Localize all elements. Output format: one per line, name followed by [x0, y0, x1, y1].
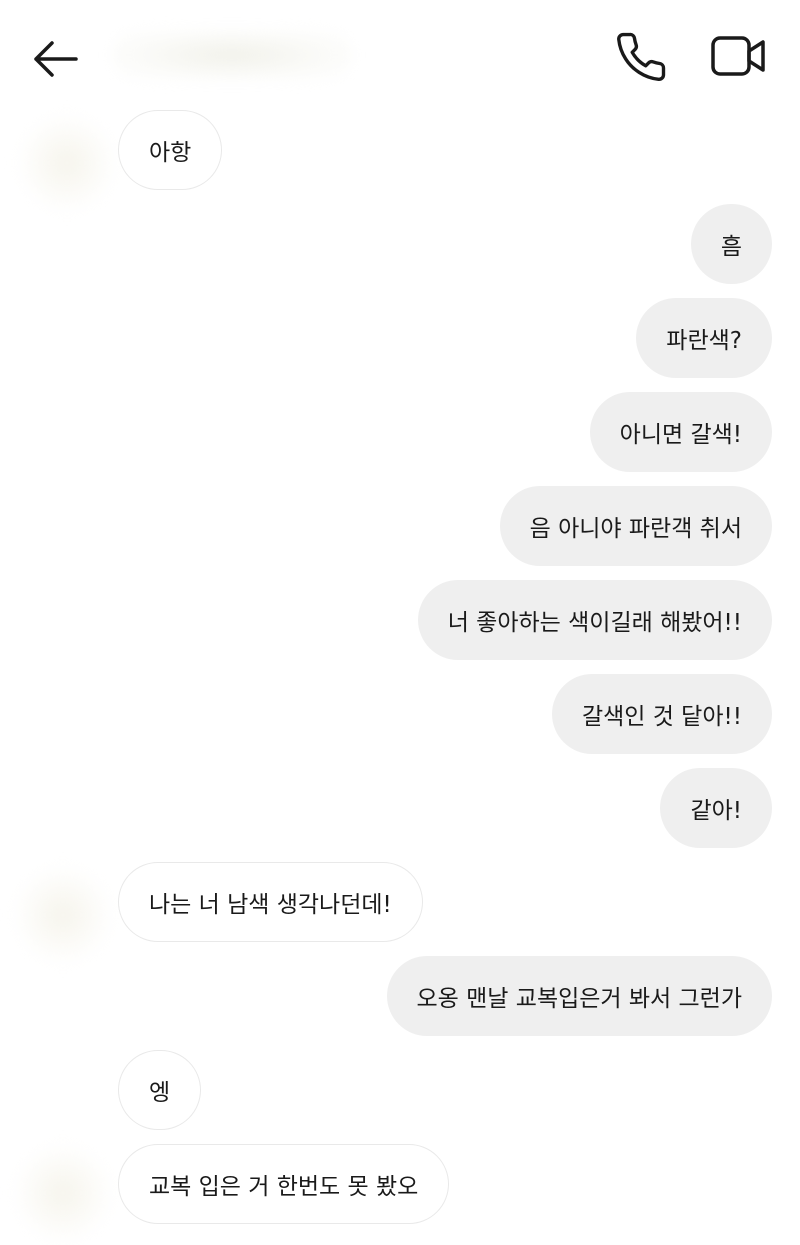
message-bubble-sent[interactable]: 아니면 갈색!	[589, 392, 772, 472]
message-bubble-sent[interactable]: 너 좋아하는 색이길래 해봤어!!	[417, 580, 772, 660]
message-bubble-sent[interactable]: 같아!	[660, 768, 772, 848]
message-list[interactable]: 아항 흠 파란색? 아니면 갈색! 음 아니야 파란객 취서 너 좋아하는 색이…	[0, 0, 800, 1245]
message-bubble-sent[interactable]: 흠	[690, 204, 772, 284]
message-bubble-received[interactable]: 나는 너 남색 생각나던데!	[118, 862, 423, 942]
message-bubble-received[interactable]: 엥	[118, 1050, 202, 1130]
message-bubble-sent[interactable]: 오옹 맨날 교복입은거 봐서 그런가	[386, 956, 772, 1036]
avatar[interactable]	[18, 1148, 108, 1238]
avatar[interactable]	[22, 118, 112, 208]
avatar[interactable]	[18, 870, 108, 960]
message-bubble-sent[interactable]: 음 아니야 파란객 취서	[499, 486, 772, 566]
message-bubble-sent[interactable]: 파란색?	[636, 298, 772, 378]
message-bubble-received[interactable]: 교복 입은 거 한번도 못 봤오	[118, 1144, 450, 1224]
message-bubble-received[interactable]: 아항	[118, 110, 223, 190]
message-bubble-sent[interactable]: 갈색인 것 닽아!!	[551, 674, 772, 754]
